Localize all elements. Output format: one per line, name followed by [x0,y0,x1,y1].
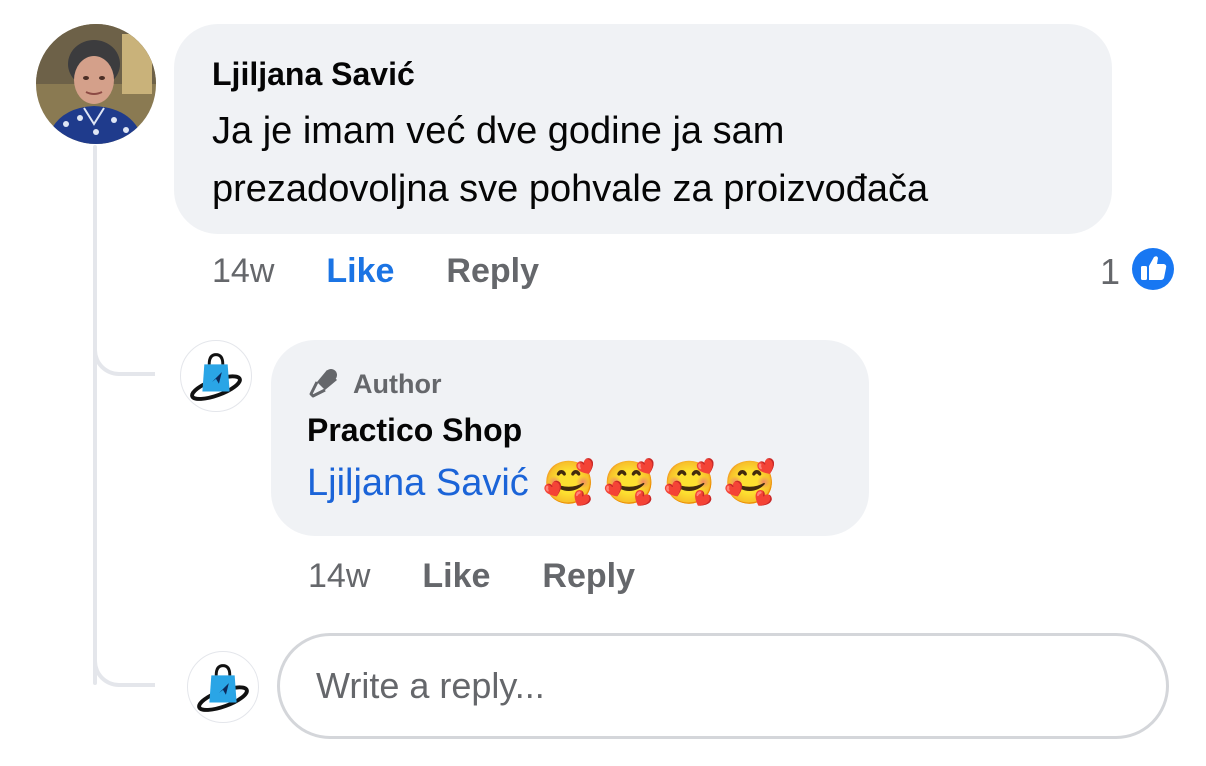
emoji-group: 🥰 🥰 🥰 🥰 [543,462,776,504]
comment-text-line: prezadovoljna sve pohvale za proizvođača [212,168,929,210]
reply-actions: 14w Like Reply [308,557,687,596]
microphone-icon [307,364,343,405]
comment-author-name[interactable]: Ljiljana Savić [212,54,1074,94]
author-badge-label: Author [353,368,442,399]
comment-like-button[interactable]: Like [326,252,394,291]
reply-composer [277,633,1169,739]
smiling-face-with-hearts-emoji: 🥰 [723,458,776,507]
commenter-avatar[interactable] [36,24,156,144]
mention-link[interactable]: Ljiljana Savić [307,454,529,512]
comment-reply-button[interactable]: Reply [446,252,539,291]
comment-text: Ja je imam već dve godine ja sam prezado… [212,102,1074,218]
comment-actions: 14w Like Reply [212,252,591,291]
smiling-face-with-hearts-emoji: 🥰 [542,458,596,507]
thread-branch [93,651,155,687]
reply-bubble: Author Practico Shop Ljiljana Savić 🥰 🥰 … [271,340,869,536]
reply-author-name[interactable]: Practico Shop [307,410,833,450]
author-badge: Author [307,366,833,402]
comment-thread: Ljiljana Savić Ja je imam već dve godine… [0,0,1206,766]
comment-bubble: Ljiljana Savić Ja je imam već dve godine… [174,24,1112,234]
smiling-face-with-hearts-emoji: 🥰 [663,458,716,507]
reply-reply-button[interactable]: Reply [542,557,635,596]
shop-avatar[interactable] [180,340,252,412]
current-user-avatar[interactable] [187,651,259,723]
smiling-face-with-hearts-emoji: 🥰 [603,458,656,507]
reply-timestamp[interactable]: 14w [308,557,370,596]
like-icon [1128,244,1178,299]
thread-branch [93,340,155,376]
reply-input[interactable] [280,636,1166,736]
comment-text-line: Ja je imam već dve godine ja sam [212,110,785,152]
reply-text: Ljiljana Savić 🥰 🥰 🥰 🥰 [307,454,833,512]
thread-line [93,145,97,685]
reaction-count: 1 [1100,250,1121,292]
comment-timestamp[interactable]: 14w [212,252,274,291]
reply-like-button[interactable]: Like [422,557,490,596]
reaction-summary[interactable]: 1 [1100,244,1178,299]
